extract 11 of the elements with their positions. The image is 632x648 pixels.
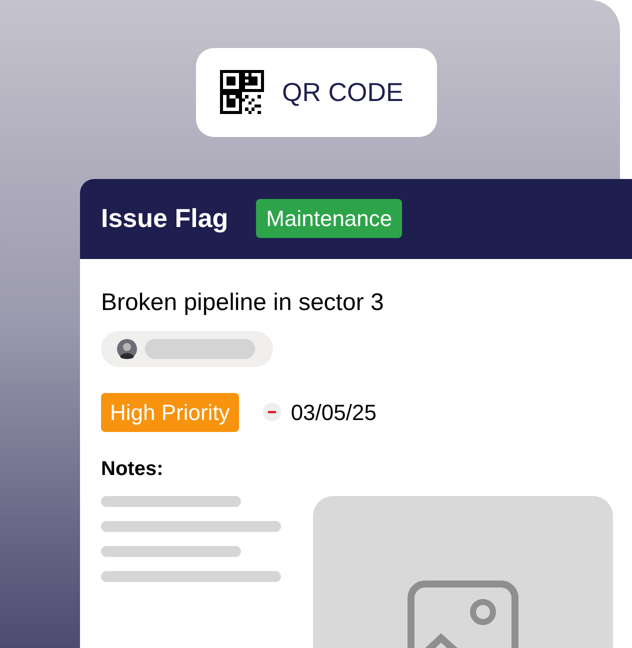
qr-code-button[interactable]: QR CODE	[196, 48, 437, 137]
avatar-icon	[117, 338, 137, 359]
image-icon	[407, 580, 519, 648]
priority-badge: High Priority	[101, 392, 239, 432]
card-title: Issue Flag	[101, 202, 228, 236]
category-tag: Maintenance	[256, 199, 402, 238]
qr-code-icon	[220, 70, 264, 114]
notes-label: Notes:	[101, 456, 164, 482]
due-date: 03/05/25	[290, 398, 376, 427]
minus-icon	[262, 403, 281, 422]
issue-title: Broken pipeline in sector 3	[101, 288, 385, 318]
